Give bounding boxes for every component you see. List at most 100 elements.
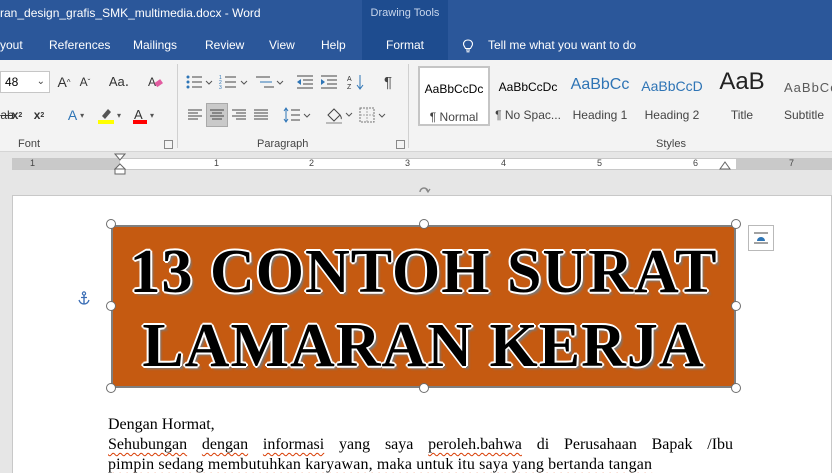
group-label-font: Font — [18, 138, 41, 150]
resize-handle-top-right[interactable] — [731, 219, 741, 229]
ruler-number: 4 — [501, 158, 507, 168]
ruler-margin-right — [736, 159, 832, 169]
ruler-number: 1 — [214, 158, 220, 168]
banner-title-line-1: 13 CONTOH SURAT — [129, 238, 718, 306]
word: Sehubungan — [108, 436, 188, 453]
style-title[interactable]: AaB Title — [706, 66, 778, 126]
align-right-icon — [232, 109, 246, 120]
subscript-button[interactable]: x2 — [10, 105, 24, 125]
clear-formatting-button[interactable]: A — [144, 72, 166, 92]
paragraph-line-2-text: pimpin sedang membutuhkan karyawan, maka… — [108, 456, 653, 473]
anchor-icon[interactable] — [77, 291, 91, 305]
text-effects-button[interactable]: A ▾ — [62, 105, 90, 125]
highlighter-icon — [97, 109, 114, 124]
highlight-color-button[interactable]: ▾ — [94, 105, 124, 125]
style-heading-2[interactable]: AaBbCcD Heading 2 — [636, 66, 708, 126]
layout-options-icon — [754, 232, 768, 244]
borders-icon — [359, 107, 386, 123]
style-preview: AaBbCcDc — [424, 82, 484, 96]
change-case-button[interactable]: Aa․ — [104, 72, 134, 92]
font-color-button[interactable]: A ▾ — [128, 105, 158, 125]
lightbulb-icon — [462, 39, 474, 53]
styles-gallery: AaBbCcDc ¶ Normal AaBbCcDc ¶ No Spac... … — [412, 64, 832, 130]
ruler-margin-left — [12, 159, 120, 169]
tab-review[interactable]: Review — [205, 38, 244, 52]
tab-format[interactable]: Format — [362, 30, 448, 60]
style-name: Subtitle — [784, 108, 825, 122]
bullets-button[interactable] — [186, 72, 214, 92]
borders-button[interactable] — [358, 105, 388, 125]
align-center-button[interactable] — [206, 103, 228, 127]
paint-bucket-icon — [326, 108, 353, 124]
resize-handle-left[interactable] — [106, 301, 116, 311]
indent-marker-icon[interactable] — [114, 153, 126, 175]
font-dialog-launcher[interactable] — [164, 140, 173, 149]
word-window: ran_design_grafis_SMK_multimedia.docx - … — [0, 0, 832, 473]
tell-me-box[interactable]: Tell me what you want to do — [462, 30, 636, 60]
word: /Ibu — [707, 436, 734, 453]
decrease-indent-icon — [297, 75, 313, 89]
horizontal-ruler[interactable]: 1 1 2 3 4 5 6 7 — [0, 153, 832, 175]
style-preview: AaB — [719, 68, 765, 95]
resize-handle-bottom-left[interactable] — [106, 383, 116, 393]
style-normal[interactable]: AaBbCcDc ¶ Normal — [418, 66, 490, 126]
numbering-button[interactable]: 123 — [219, 72, 249, 92]
layout-options-button[interactable] — [748, 225, 774, 251]
tab-help[interactable]: Help — [321, 38, 346, 52]
resize-handle-top-left[interactable] — [106, 219, 116, 229]
resize-handle-bottom[interactable] — [419, 383, 429, 393]
sort-button[interactable]: AZ — [346, 72, 366, 92]
group-separator — [177, 64, 178, 148]
word: peroleh.bahwa — [428, 436, 522, 453]
svg-text:A: A — [347, 76, 352, 83]
style-name: Heading 1 — [572, 108, 628, 122]
tab-references[interactable]: References — [49, 38, 110, 52]
word: dengan — [201, 436, 249, 453]
resize-handle-top[interactable] — [419, 219, 429, 229]
title-bar: ran_design_grafis_SMK_multimedia.docx - … — [0, 0, 832, 30]
paragraph-dialog-launcher[interactable] — [396, 140, 405, 149]
numbering-icon: 123 — [219, 75, 248, 90]
svg-text:A: A — [134, 107, 143, 122]
resize-handle-bottom-right[interactable] — [731, 383, 741, 393]
multilevel-list-icon — [256, 76, 284, 88]
style-no-spacing[interactable]: AaBbCcDc ¶ No Spac... — [492, 66, 564, 126]
tell-me-label: Tell me what you want to do — [488, 38, 637, 52]
font-size-combobox[interactable]: 48 ⌄ — [0, 71, 50, 93]
wordart-text-box[interactable]: 13 CONTOH SURAT LAMARAN KERJA — [111, 225, 736, 388]
align-right-button[interactable] — [230, 105, 248, 125]
tab-mailings[interactable]: Mailings — [133, 38, 177, 52]
font-size-value: 48 — [5, 75, 19, 89]
superscript-button[interactable]: x2 — [32, 105, 46, 125]
resize-handle-right[interactable] — [731, 301, 741, 311]
style-name: Title — [730, 108, 754, 122]
decrease-indent-button[interactable] — [295, 72, 315, 92]
style-preview: AaBbCc — [570, 76, 630, 93]
line-spacing-button[interactable] — [282, 105, 312, 125]
style-subtitle[interactable]: AaBbCc Subtitle — [778, 66, 832, 126]
font-color-icon: A — [132, 107, 147, 124]
ruler-number: 5 — [597, 158, 603, 168]
shading-button[interactable] — [324, 105, 354, 125]
ruler-track: 1 1 2 3 4 5 6 7 — [12, 158, 832, 170]
align-left-button[interactable] — [186, 105, 204, 125]
ruler-number: 6 — [693, 158, 699, 168]
style-preview: AaBbCcDc — [498, 80, 558, 94]
shrink-font-button[interactable]: Aˇ — [76, 72, 94, 92]
ruler-number: 3 — [405, 158, 411, 168]
word: Perusahaan — [563, 436, 637, 453]
increase-indent-button[interactable] — [319, 72, 339, 92]
tab-layout[interactable]: yout — [0, 38, 23, 52]
tab-view[interactable]: View — [269, 38, 295, 52]
style-heading-1[interactable]: AaBbCc Heading 1 — [564, 66, 636, 126]
chevron-down-icon[interactable]: ⌄ — [37, 72, 45, 92]
ribbon-home: 48 ⌄ A ^ Aˇ Aa․ A ab x2 x2 A ▾ ▾ A ▾ Font 1… — [0, 60, 832, 152]
multilevel-list-button[interactable] — [254, 72, 284, 92]
show-formatting-button[interactable]: ¶ — [378, 72, 398, 92]
style-name: ¶ No Spac... — [495, 108, 561, 122]
justify-button[interactable] — [252, 105, 270, 125]
right-indent-marker-icon[interactable] — [719, 161, 731, 171]
grow-font-button[interactable]: A ^ — [55, 72, 73, 92]
ruler-number: 2 — [309, 158, 315, 168]
rotate-handle-icon[interactable] — [417, 186, 431, 198]
